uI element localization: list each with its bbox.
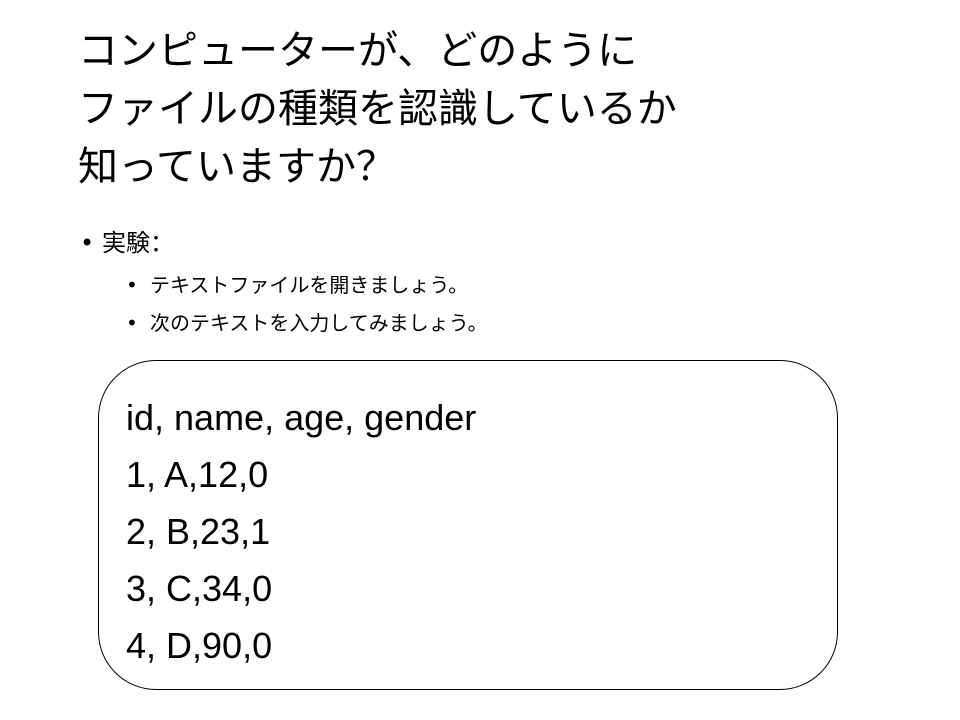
bullet-marker: •	[126, 273, 138, 297]
sample-text-data-line: 1, A,12,0	[126, 454, 269, 495]
sample-text-data-line: 2, B,23,1	[126, 511, 271, 552]
sample-text-lines: id, name, age, gender 1, A,12,0 2, B,23,…	[126, 389, 476, 674]
bullet-marker: •	[80, 229, 95, 257]
sample-text-header-line: id, name, age, gender	[126, 397, 477, 438]
sub-bullet-item: • テキストファイルを開きましょう。	[80, 266, 900, 304]
bullet-label: 実験：	[102, 229, 174, 257]
slide-title: コンピューターが、どのように ファイルの種類を認識しているか 知っていますか？	[78, 22, 938, 196]
sample-text-data-line: 3, C,34,0	[126, 568, 273, 609]
sub-bullet-group: • テキストファイルを開きましょう。 • 次のテキストを入力してみましょう。	[80, 266, 900, 342]
title-line: ファイルの種類を認識しているか	[78, 86, 677, 132]
sub-bullet-item: • 次のテキストを入力してみましょう。	[80, 304, 900, 342]
slide: コンピューターが、どのように ファイルの種類を認識しているか 知っていますか？ …	[0, 0, 960, 720]
sub-bullet-text: テキストファイルを開きましょう。	[150, 273, 469, 297]
title-line: コンピューターが、どのように	[78, 28, 638, 74]
sample-text-box: id, name, age, gender 1, A,12,0 2, B,23,…	[98, 360, 838, 690]
title-line: 知っていますか？	[78, 144, 396, 190]
sample-text-data-line: 4, D,90,0	[126, 625, 273, 666]
bullet-marker: •	[126, 311, 138, 335]
sub-bullet-text: 次のテキストを入力してみましょう。	[150, 311, 488, 335]
sub-bullet-list: • テキストファイルを開きましょう。 • 次のテキストを入力してみましょう。	[80, 266, 900, 342]
bullet-list: • 実験： • テキストファイルを開きましょう。 • 次のテキストを入力してみま…	[80, 220, 900, 342]
bullet-experiment: • 実験：	[80, 220, 900, 266]
